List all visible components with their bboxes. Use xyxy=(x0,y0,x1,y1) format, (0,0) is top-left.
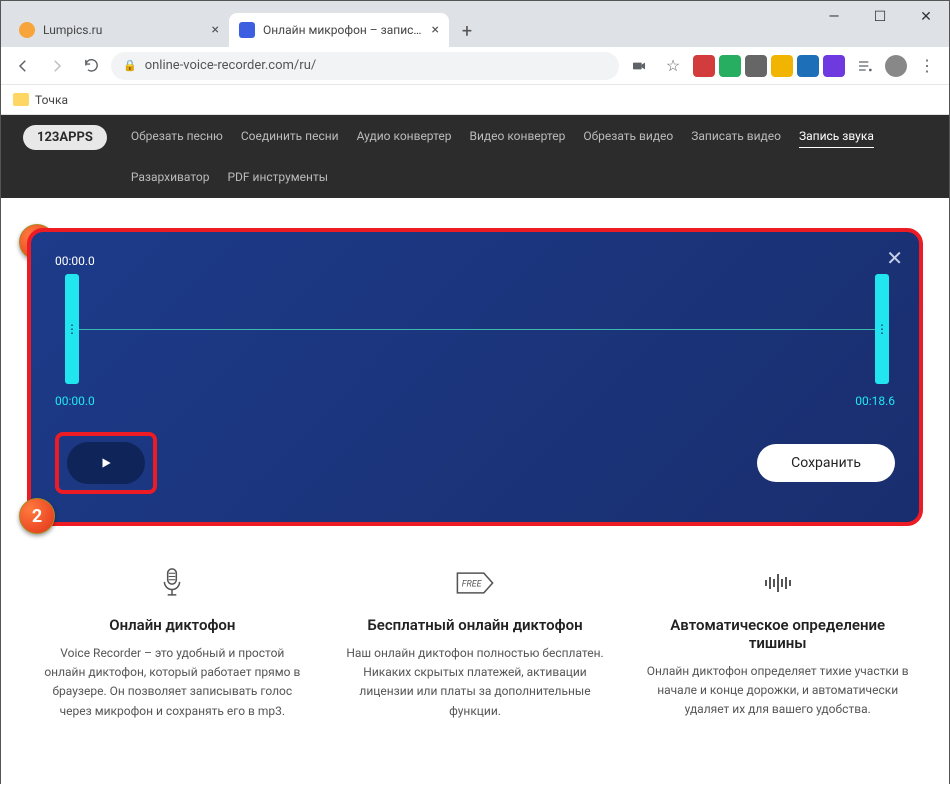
extension-icon[interactable] xyxy=(823,55,845,77)
feature-card: Автоматическое определение тишины Онлайн… xyxy=(636,566,919,721)
nav-link[interactable]: PDF инструменты xyxy=(227,166,328,188)
free-tag-icon: FREE xyxy=(344,566,607,600)
feature-card: FREE Бесплатный онлайн диктофон Наш онла… xyxy=(334,566,617,721)
play-button[interactable] xyxy=(67,442,145,484)
url-input[interactable]: 🔒 online-voice-recorder.com/ru/ xyxy=(111,52,619,80)
nav-link[interactable]: Соединить песни xyxy=(241,125,339,148)
bookmark-item[interactable]: Точка xyxy=(35,93,68,107)
nav-link[interactable]: Видео конвертер xyxy=(469,125,565,148)
new-tab-button[interactable]: + xyxy=(453,17,481,45)
close-icon[interactable]: × xyxy=(432,22,439,38)
playlist-icon[interactable] xyxy=(851,52,879,80)
features-row: Онлайн диктофон Voice Recorder – это удо… xyxy=(1,556,949,761)
extension-icon[interactable] xyxy=(771,55,793,77)
camera-icon[interactable] xyxy=(625,52,653,80)
back-button[interactable] xyxy=(9,52,37,80)
forward-button[interactable] xyxy=(43,52,71,80)
tab-label: Онлайн микрофон – запись гол xyxy=(263,23,424,37)
profile-avatar[interactable] xyxy=(885,55,907,77)
trim-handle-right[interactable] xyxy=(875,274,889,384)
close-icon[interactable]: × xyxy=(212,22,219,38)
brand-logo[interactable]: 123APPS xyxy=(23,125,107,150)
minimize-button[interactable]: — xyxy=(811,1,857,33)
browser-tab[interactable]: Lumpics.ru × xyxy=(9,13,229,47)
time-cursor: 00:00.0 xyxy=(55,254,895,268)
play-icon xyxy=(99,456,113,470)
time-start: 00:00.0 xyxy=(55,394,95,408)
reload-button[interactable] xyxy=(77,52,105,80)
close-panel-icon[interactable]: ✕ xyxy=(886,246,903,270)
extension-icon[interactable] xyxy=(719,55,741,77)
play-annotation-box xyxy=(55,432,157,494)
favicon-icon xyxy=(239,22,255,38)
nav-link[interactable]: Обрезать песню xyxy=(131,125,223,148)
nav-link[interactable]: Обрезать видео xyxy=(583,125,673,148)
browser-tab[interactable]: Онлайн микрофон – запись гол × xyxy=(229,13,449,47)
lock-icon: 🔒 xyxy=(123,59,137,72)
extension-icon[interactable] xyxy=(693,55,715,77)
maximize-button[interactable]: ☐ xyxy=(857,1,903,33)
star-icon[interactable]: ☆ xyxy=(659,52,687,80)
tab-label: Lumpics.ru xyxy=(43,23,204,37)
controls-row: Сохранить xyxy=(55,432,895,494)
recorder-panel: ✕ 00:00.0 00:00.0 00:18.6 Сохранить xyxy=(27,228,923,526)
favicon-icon xyxy=(19,22,35,38)
time-row: 00:00.0 00:18.6 xyxy=(55,394,895,408)
bookmarks-bar: Точка xyxy=(1,85,949,115)
site-nav: 123APPS Обрезать песню Соединить песни А… xyxy=(1,115,949,198)
feature-title: Онлайн диктофон xyxy=(41,616,304,634)
feature-title: Автоматическое определение тишины xyxy=(646,616,909,652)
extension-icon[interactable] xyxy=(745,55,767,77)
window-controls: — ☐ ✕ xyxy=(811,1,949,33)
nav-link[interactable]: Записать видео xyxy=(691,125,781,148)
page-content: 123APPS Обрезать песню Соединить песни А… xyxy=(1,115,949,785)
feature-desc: Онлайн диктофон определяет тихие участки… xyxy=(646,662,909,720)
extension-icon[interactable] xyxy=(797,55,819,77)
feature-desc: Voice Recorder – это удобный и простой о… xyxy=(41,644,304,721)
feature-card: Онлайн диктофон Voice Recorder – это удо… xyxy=(31,566,314,721)
svg-text:FREE: FREE xyxy=(462,579,483,589)
annotation-badge-2: 2 xyxy=(19,498,55,534)
time-end: 00:18.6 xyxy=(855,394,895,408)
nav-link[interactable]: Аудио конвертер xyxy=(357,125,452,148)
nav-link[interactable]: Разархиватор xyxy=(131,166,210,188)
waveform-area[interactable] xyxy=(57,274,893,384)
address-bar: 🔒 online-voice-recorder.com/ru/ ☆ ⋮ xyxy=(1,47,949,85)
feature-desc: Наш онлайн диктофон полностью бесплатен.… xyxy=(344,644,607,721)
close-window-button[interactable]: ✕ xyxy=(903,1,949,33)
url-text: online-voice-recorder.com/ru/ xyxy=(145,58,317,73)
soundwave-icon xyxy=(646,566,909,600)
window-titlebar: Lumpics.ru × Онлайн микрофон – запись го… xyxy=(1,1,949,47)
nav-link[interactable]: Запись звука xyxy=(799,125,874,148)
folder-icon xyxy=(13,93,29,106)
microphone-icon xyxy=(41,566,304,600)
extensions xyxy=(693,55,845,77)
nav-links: Обрезать песню Соединить песни Аудио кон… xyxy=(131,125,927,188)
waveform-line xyxy=(75,329,881,330)
save-button[interactable]: Сохранить xyxy=(757,444,895,482)
menu-button[interactable]: ⋮ xyxy=(913,56,941,75)
feature-title: Бесплатный онлайн диктофон xyxy=(344,616,607,634)
trim-handle-left[interactable] xyxy=(65,274,79,384)
